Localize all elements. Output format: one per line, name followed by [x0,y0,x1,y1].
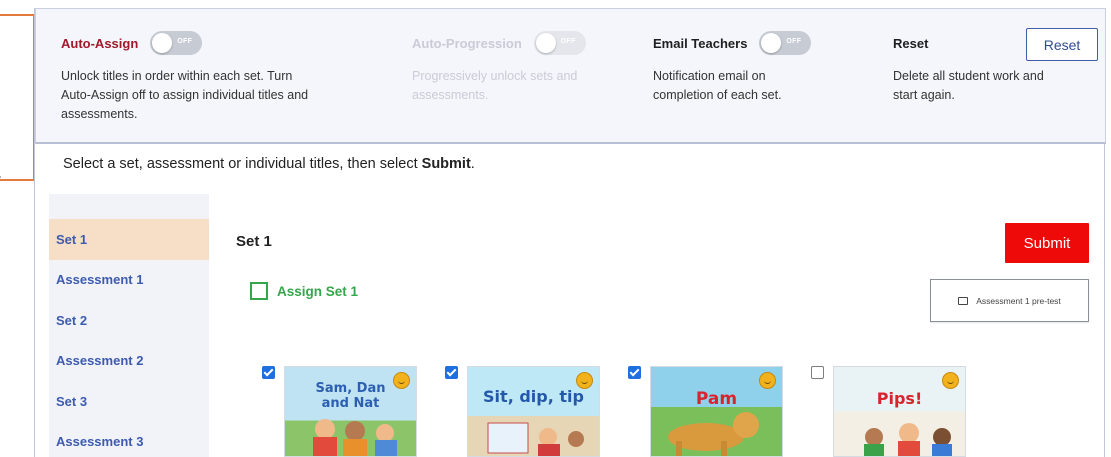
submit-button[interactable]: Submit [1005,223,1089,263]
toggle-knob [152,33,173,53]
assign-set-checkbox[interactable]: Assign Set 1 [250,282,358,300]
book-checkbox[interactable] [811,366,824,379]
cover-illustration [313,419,397,456]
cover-illustration [864,423,952,456]
callout-text: t. [0,162,2,183]
cover-illustration [668,412,759,456]
settings-bar: Auto-Assign OFF Unlock titles in order w… [35,8,1106,144]
callout-box: . t. [0,14,35,183]
set-sidebar: Set 1 Assessment 1 Set 2 Assessment 2 Se… [49,194,209,457]
auto-progression-title: Auto-Progression [412,35,522,51]
toggle-state: OFF [786,38,802,45]
book-checkbox[interactable] [445,366,458,379]
reset-button[interactable]: Reset [1026,28,1098,61]
email-teachers-toggle[interactable]: OFF [759,31,812,55]
printer-icon [958,296,969,305]
sidebar-item-set-3[interactable]: Set 3 [49,381,209,422]
instruction-text: Select a set, assessment or individual t… [63,156,475,172]
email-teachers-description: Notification email on completion of each… [653,69,782,102]
auto-assign-title: Auto-Assign [61,35,139,51]
reset-title: Reset [893,35,929,51]
auto-progression-setting: Auto-Progression OFF Progressively unloc… [412,31,642,105]
auto-progression-toggle: OFF [533,31,586,55]
email-teachers-setting: Email Teachers OFF Notification email on… [653,31,873,105]
sidebar-item-set-2[interactable]: Set 2 [49,300,209,341]
app-window: Auto-Assign OFF Unlock titles in order w… [34,8,1106,457]
toggle-state: OFF [177,38,193,45]
book-cover[interactable]: Sam, Dan and Nat [284,366,417,457]
auto-assign-setting: Auto-Assign OFF Unlock titles in order w… [61,31,391,124]
book-checkbox[interactable] [628,366,641,379]
auto-assign-description: Unlock titles in order within each set. … [61,69,309,121]
sidebar-item-set-1[interactable]: Set 1 [49,219,209,260]
book-cover[interactable]: Sit, dip, tip [467,366,600,457]
toggle-knob [535,33,556,53]
auto-assign-toggle[interactable]: OFF [150,31,203,55]
sidebar-item-assessment-1[interactable]: Assessment 1 [49,260,209,301]
assign-set-label: Assign Set 1 [277,283,359,299]
set-title: Set 1 [236,233,272,250]
cover-illustration [487,422,584,456]
auto-progression-description: Progressively unlock sets and assessment… [412,69,578,102]
reset-description: Delete all student work and start again. [893,69,1044,102]
book-cover[interactable]: Pips! [833,366,966,457]
toggle-knob [761,33,782,53]
assessment-pretest-button[interactable]: Assessment 1 pre-test [930,279,1089,322]
email-teachers-title: Email Teachers [653,35,748,51]
checkbox-icon[interactable] [250,282,268,300]
book-cover[interactable]: Pam [650,366,783,457]
sidebar-item-assessment-3[interactable]: Assessment 3 [49,422,209,457]
pretest-label: Assessment 1 pre-test [976,295,1061,306]
sidebar-item-assessment-2[interactable]: Assessment 2 [49,341,209,382]
book-checkbox[interactable] [262,366,275,379]
toggle-state: OFF [560,38,576,45]
